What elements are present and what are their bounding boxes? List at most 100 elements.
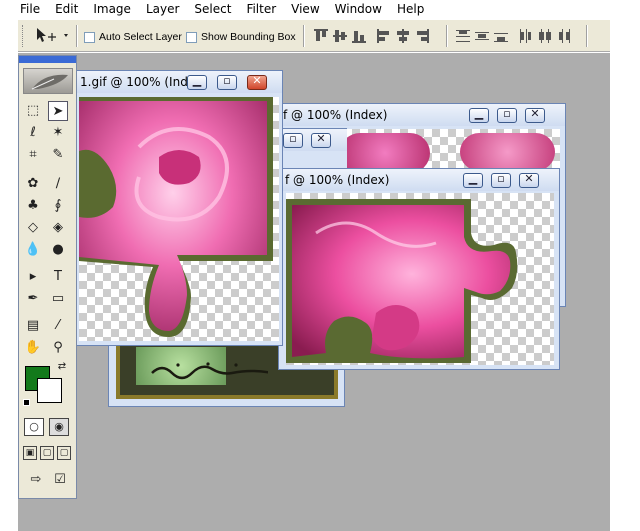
close-button[interactable]: ✕ bbox=[525, 107, 545, 123]
slice-tool-icon[interactable]: ✎ bbox=[48, 145, 68, 165]
distribute-top-icon[interactable] bbox=[456, 29, 470, 43]
close-button[interactable]: ✕ bbox=[247, 74, 267, 90]
crop-tool-icon[interactable]: ⌗ bbox=[23, 145, 43, 165]
paint-bucket-tool-icon[interactable]: ◈ bbox=[48, 218, 68, 238]
path-selection-tool-icon[interactable]: ▸ bbox=[23, 267, 43, 287]
rose-puzzle-piece-image bbox=[79, 97, 273, 337]
align-bottom-icon[interactable] bbox=[352, 29, 366, 43]
maximize-button[interactable]: ▫ bbox=[217, 74, 237, 90]
type-tool-icon[interactable]: T bbox=[48, 267, 68, 287]
feather-icon bbox=[31, 74, 68, 90]
menu-layer[interactable]: Layer bbox=[146, 0, 179, 19]
options-bar: Auto Select Layer Show Bounding Box bbox=[0, 19, 610, 52]
healing-brush-tool-icon[interactable]: ✿ bbox=[23, 174, 43, 194]
document-title: f @ 100% (Index) bbox=[283, 108, 388, 122]
full-screen-menu-mode-icon[interactable]: ▢ bbox=[40, 446, 54, 460]
document-titlebar[interactable]: f @ 100% (Index) ▁ ▫ ✕ bbox=[273, 104, 565, 126]
close-icon: ✕ bbox=[524, 172, 534, 185]
minimize-button[interactable]: ▁ bbox=[187, 74, 207, 90]
document-canvas[interactable] bbox=[79, 97, 279, 341]
shape-tool-icon[interactable]: ▭ bbox=[48, 289, 68, 309]
default-colors-icon[interactable] bbox=[23, 399, 30, 406]
align-right-icon[interactable] bbox=[415, 29, 429, 43]
maximize-icon: ▫ bbox=[503, 107, 511, 120]
align-left-icon[interactable] bbox=[377, 29, 391, 43]
zoom-tool-icon[interactable]: ⚲ bbox=[48, 338, 68, 358]
menu-select[interactable]: Select bbox=[194, 0, 231, 19]
hand-tool-icon[interactable]: ✋ bbox=[23, 338, 43, 358]
standard-screen-mode-icon[interactable]: ▣ bbox=[23, 446, 37, 460]
eyedropper-tool-icon[interactable]: ⁄ bbox=[48, 316, 68, 336]
quick-mask-mode-icon[interactable]: ◉ bbox=[49, 418, 69, 436]
show-bounding-box-checkbox[interactable]: Show Bounding Box bbox=[186, 31, 296, 43]
align-horizontal-center-icon[interactable] bbox=[396, 29, 410, 43]
menu-file[interactable]: File bbox=[20, 0, 40, 19]
close-button[interactable]: ✕ bbox=[519, 172, 539, 188]
blur-tool-icon[interactable]: 💧 bbox=[23, 240, 43, 260]
options-separator bbox=[303, 25, 305, 47]
minimize-icon: ▁ bbox=[474, 107, 484, 120]
lasso-tool-icon[interactable]: ℓ bbox=[23, 123, 43, 143]
magic-wand-tool-icon[interactable]: ✶ bbox=[48, 123, 68, 143]
maximize-button[interactable]: ▫ bbox=[283, 132, 303, 148]
menu-edit[interactable]: Edit bbox=[55, 0, 78, 19]
menu-window[interactable]: Window bbox=[335, 0, 382, 19]
puzzle-piece-region bbox=[340, 133, 430, 173]
distribute-vertical-center-icon[interactable] bbox=[475, 29, 489, 43]
document-canvas[interactable] bbox=[286, 193, 554, 365]
menu-image[interactable]: Image bbox=[93, 0, 131, 19]
document-titlebar[interactable]: ▫ ✕ bbox=[273, 129, 347, 151]
document-window-front-right[interactable]: f @ 100% (Index) ▁ ▫ ✕ bbox=[278, 168, 560, 370]
distribute-bottom-icon[interactable] bbox=[494, 29, 508, 43]
options-separator bbox=[446, 25, 448, 47]
right-margin bbox=[610, 0, 640, 531]
auto-select-layer-label: Auto Select Layer bbox=[99, 31, 182, 43]
swap-colors-icon[interactable]: ⇄ bbox=[55, 360, 69, 374]
distribute-horizontal-center-icon[interactable] bbox=[538, 29, 552, 43]
brush-tool-icon[interactable]: ∕ bbox=[48, 174, 68, 194]
full-screen-mode-icon[interactable]: ▢ bbox=[57, 446, 71, 460]
marquee-tool-icon[interactable]: ⬚ bbox=[23, 101, 43, 121]
minimize-icon: ▁ bbox=[192, 74, 202, 87]
menu-help[interactable]: Help bbox=[397, 0, 424, 19]
options-grip[interactable] bbox=[22, 25, 25, 47]
show-bounding-box-box[interactable] bbox=[186, 31, 197, 43]
document-titlebar[interactable]: 1.gif @ 100% (Ind... ▁ ▫ ✕ bbox=[77, 71, 282, 93]
jump-to-imageready-icon[interactable]: ⇨ bbox=[24, 470, 48, 490]
dodge-tool-icon[interactable]: ● bbox=[48, 240, 68, 260]
eraser-tool-icon[interactable]: ◇ bbox=[23, 218, 43, 238]
maximize-icon: ▫ bbox=[497, 172, 505, 185]
auto-select-layer-checkbox[interactable]: Auto Select Layer bbox=[84, 31, 182, 43]
toolbox-titlebar[interactable] bbox=[19, 56, 76, 63]
imageready-icon[interactable]: ☑ bbox=[50, 470, 70, 490]
clone-stamp-tool-icon[interactable]: ♣ bbox=[23, 196, 43, 216]
align-vertical-center-icon[interactable] bbox=[333, 29, 347, 43]
minimize-button[interactable]: ▁ bbox=[463, 172, 483, 188]
align-top-icon[interactable] bbox=[314, 29, 328, 43]
document-titlebar[interactable]: f @ 100% (Index) ▁ ▫ ✕ bbox=[279, 169, 559, 191]
history-brush-tool-icon[interactable]: ∮ bbox=[48, 196, 68, 216]
pen-tool-icon[interactable]: ✒ bbox=[23, 289, 43, 309]
standard-mode-icon[interactable]: ○ bbox=[24, 418, 44, 436]
tool-preset-picker[interactable] bbox=[34, 26, 74, 46]
close-icon: ✕ bbox=[252, 74, 262, 87]
feather-logo-icon[interactable] bbox=[23, 68, 73, 94]
distribute-right-icon[interactable] bbox=[557, 29, 571, 43]
document-window-active[interactable]: 1.gif @ 100% (Ind... ▁ ▫ ✕ bbox=[76, 70, 283, 346]
close-button[interactable]: ✕ bbox=[311, 132, 331, 148]
maximize-button[interactable]: ▫ bbox=[491, 172, 511, 188]
auto-select-layer-box[interactable] bbox=[84, 31, 95, 43]
menu-bar: File Edit Image Layer Select Filter View… bbox=[0, 0, 610, 19]
close-icon: ✕ bbox=[530, 107, 540, 120]
notes-tool-icon[interactable]: ▤ bbox=[23, 316, 43, 336]
document-title: f @ 100% (Index) bbox=[285, 173, 390, 187]
distribute-left-icon[interactable] bbox=[519, 29, 533, 43]
menu-view[interactable]: View bbox=[291, 0, 319, 19]
move-tool-icon[interactable]: ➤ bbox=[48, 101, 68, 121]
show-bounding-box-label: Show Bounding Box bbox=[201, 31, 296, 43]
maximize-button[interactable]: ▫ bbox=[497, 107, 517, 123]
maximize-icon: ▫ bbox=[289, 132, 297, 145]
menu-filter[interactable]: Filter bbox=[246, 0, 276, 19]
minimize-button[interactable]: ▁ bbox=[469, 107, 489, 123]
background-color-swatch[interactable] bbox=[37, 378, 62, 403]
